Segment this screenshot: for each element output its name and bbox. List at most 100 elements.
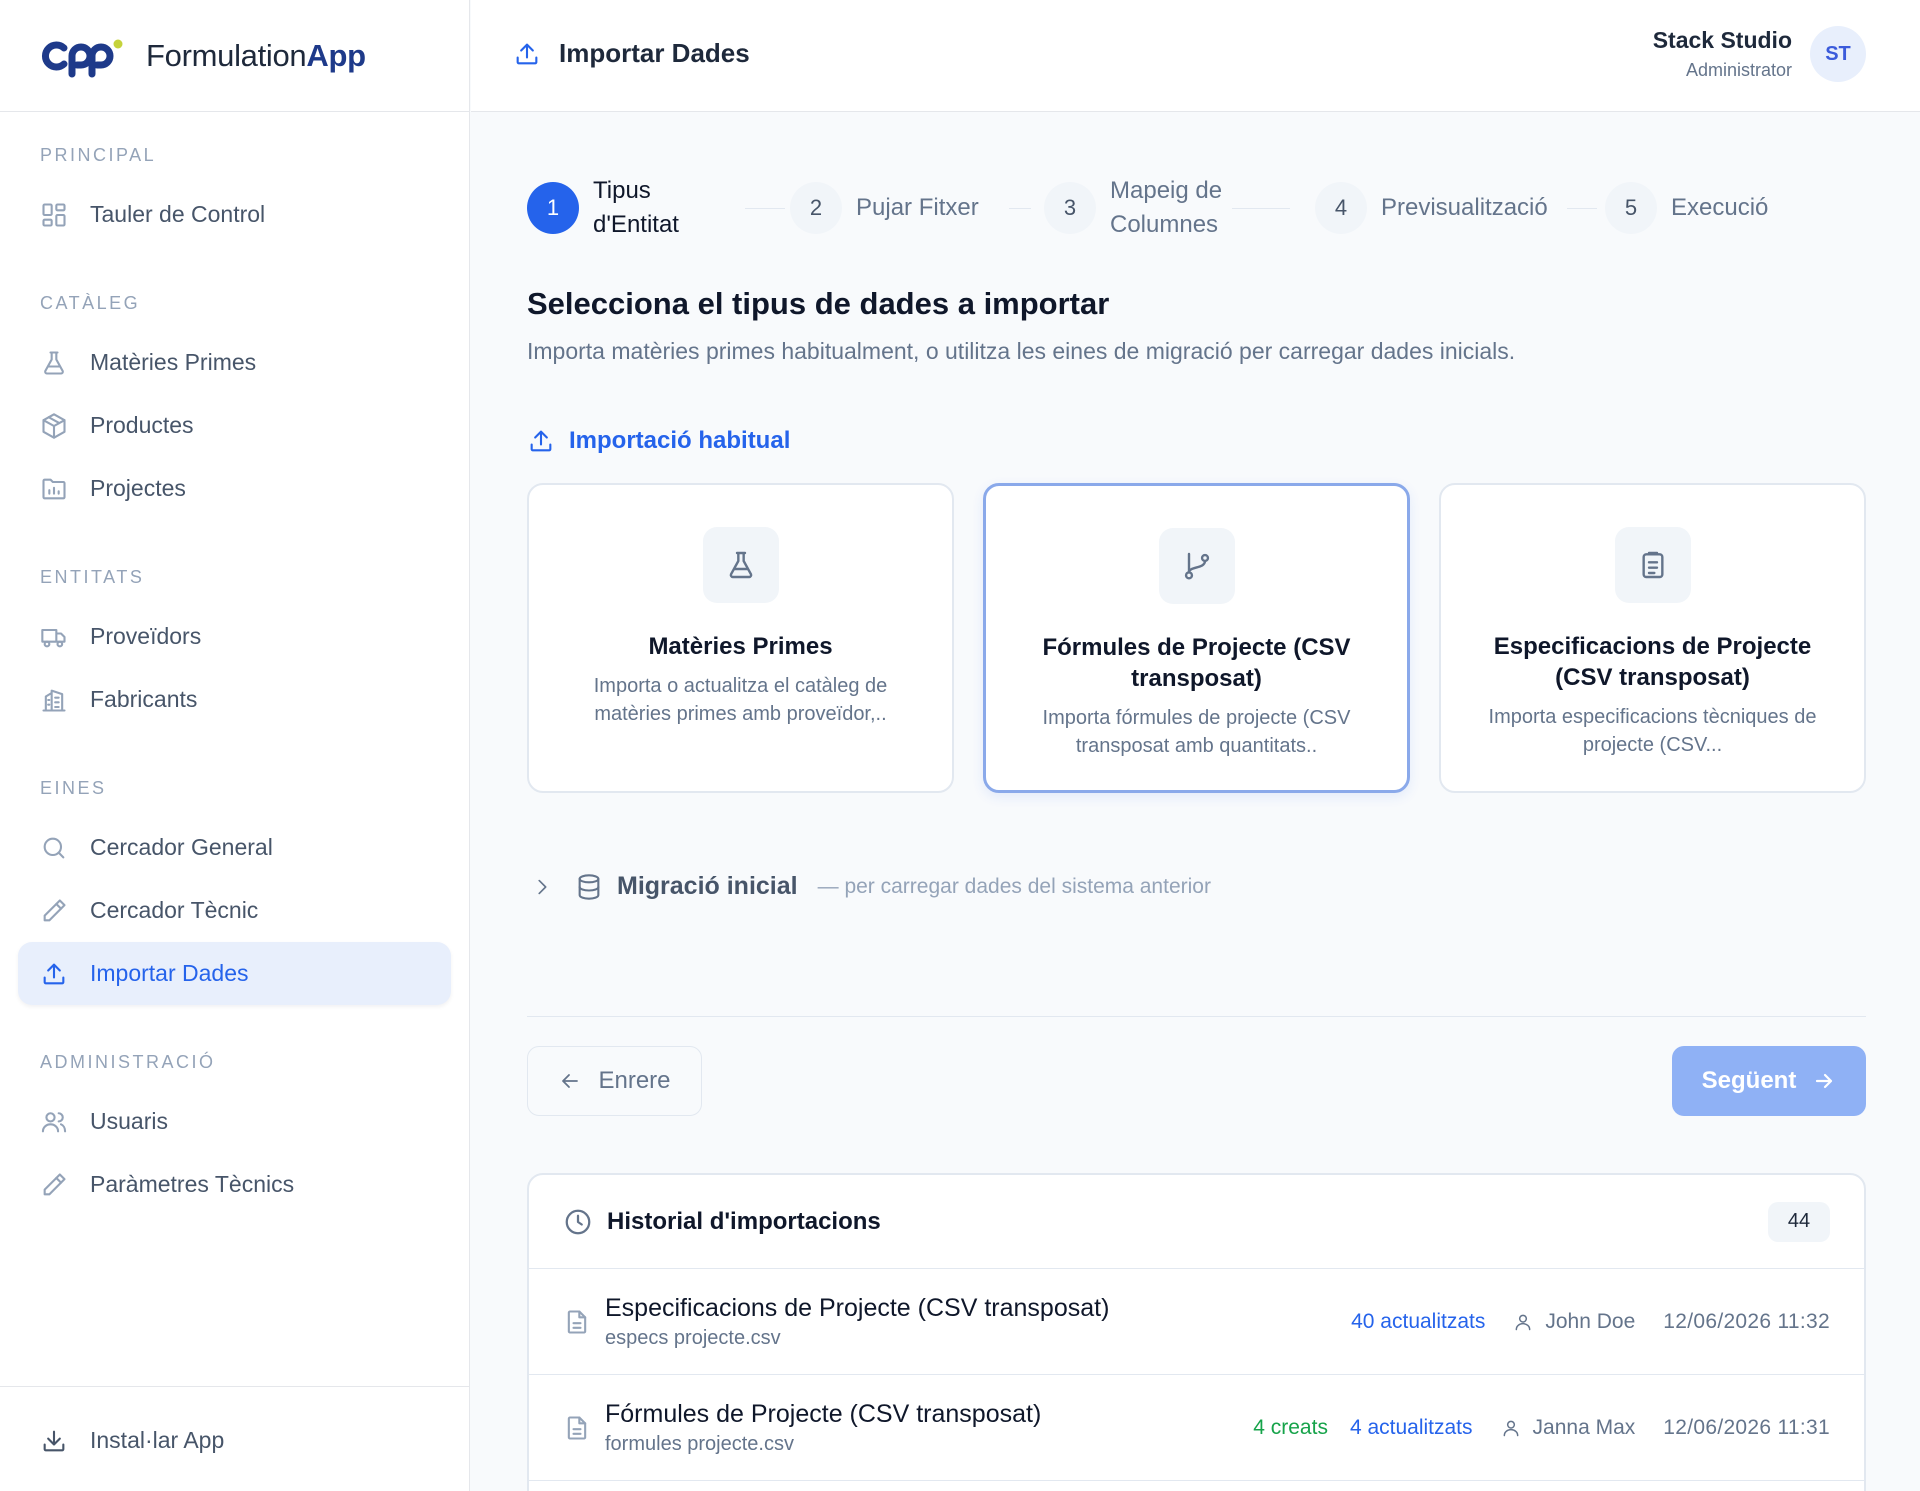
search-icon [43, 837, 65, 858]
card-description: Importa fórmules de projecte (CSV transp… [1042, 707, 1351, 757]
folder-chart-icon [42, 478, 66, 499]
card-title: Matèries Primes [648, 633, 833, 660]
next-button[interactable]: Següent [1672, 1046, 1866, 1116]
chevron-right-icon [538, 879, 547, 894]
user-icon [1515, 1314, 1531, 1330]
section-title-administracio: ADMINISTRACIÓ [40, 1052, 216, 1072]
history-user: John Doe [1545, 1309, 1636, 1333]
install-app-label: Instal·lar App [90, 1427, 225, 1453]
step-connector [1567, 208, 1597, 209]
sidebar-item-proveidors[interactable]: Proveïdors [18, 605, 451, 668]
building-icon [42, 689, 66, 712]
entity-card-especificacions-projecte[interactable]: Especificacions de Projecte (CSV transpo… [1439, 483, 1866, 793]
users-icon [41, 1111, 67, 1132]
upload-icon [43, 963, 65, 984]
sidebar-item-usuaris[interactable]: Usuaris [18, 1090, 451, 1153]
sidebar-item-label: Fabricants [90, 686, 198, 712]
arrow-left-icon [562, 1074, 579, 1088]
box-icon [42, 412, 66, 439]
pencil-icon [43, 1172, 66, 1195]
app-name: FormulationApp [146, 37, 366, 73]
sidebar-item-label: Productes [90, 412, 194, 438]
card-description: Importa especificacions tècniques de pro… [1488, 706, 1817, 756]
entity-card-materies-primes[interactable]: Matèries Primes Importa o actualitza el … [527, 483, 954, 793]
sidebar-item-label: Importar Dades [90, 960, 249, 986]
card-title: Especificacions de Projecte (CSV transpo… [1493, 633, 1812, 691]
section-title-cataleg: CATÀLEG [40, 293, 141, 313]
sidebar-nav: PRINCIPAL Tauler de Control CATÀLEG Matè… [0, 112, 469, 1216]
sidebar-item-label: Projectes [90, 475, 186, 501]
section-title-entitats: ENTITATS [40, 567, 145, 587]
sidebar-item-label: Tauler de Control [90, 201, 266, 227]
flask-icon [44, 350, 64, 375]
upload-icon [530, 430, 552, 452]
back-button[interactable]: Enrere [527, 1046, 702, 1116]
sidebar-item-productes[interactable]: Productes [18, 394, 451, 457]
step-label: Pujar Fitxer [856, 194, 979, 221]
step-5: 5 Execució [1605, 172, 1768, 244]
divider [527, 1016, 1866, 1017]
history-file-name: formules projecte.csv [605, 1432, 794, 1455]
import-stepper: 1 Tipus d'Entitat 2 Pujar Fitxer 3 Mapei… [527, 172, 1866, 244]
page-title-text: Importar Dades [559, 38, 750, 68]
download-icon [43, 1430, 65, 1451]
section-title-eines: EINES [40, 778, 107, 798]
app-logo [42, 39, 123, 77]
step-label: Execució [1671, 194, 1769, 221]
migration-subtitle: — per carregar dades del sistema anterio… [817, 874, 1211, 898]
top-header: Importar Dades Stack Studio Administrato… [471, 0, 1920, 112]
history-count-badge: 44 [1768, 1201, 1830, 1242]
step-connector [1009, 208, 1031, 209]
step-connector [745, 208, 785, 209]
history-row[interactable]: Especificacions de Projecte (CSV transpo… [529, 1269, 1864, 1375]
file-text-icon [567, 1415, 587, 1440]
flask-icon [729, 551, 752, 579]
avatar[interactable]: ST [1810, 26, 1866, 82]
sidebar: FormulationApp PRINCIPAL Tauler de Contr… [0, 0, 470, 1491]
sidebar-item-cercador-tecnic[interactable]: Cercador Tècnic [18, 879, 451, 942]
dashboard-icon [42, 202, 66, 227]
sidebar-item-fabricants[interactable]: Fabricants [18, 668, 451, 731]
step-number: 4 [1315, 182, 1367, 234]
next-button-label: Següent [1701, 1067, 1797, 1094]
database-icon [578, 873, 600, 900]
regular-import-text: Importació habitual [569, 427, 791, 454]
step-number: 5 [1605, 182, 1657, 234]
user-name: Stack Studio [1652, 27, 1792, 53]
install-app-button[interactable]: Instal·lar App [18, 1409, 451, 1472]
sidebar-item-projectes[interactable]: Projectes [18, 457, 451, 520]
sidebar-item-label: Cercador Tècnic [90, 897, 259, 923]
clipboard-icon [1641, 551, 1664, 579]
initial-migration-toggle[interactable]: Migració inicial — per carregar dades de… [527, 872, 1211, 901]
upload-icon [516, 43, 538, 64]
updated-count: 40 actualitzats [1351, 1309, 1486, 1333]
history-entity-name: Fórmules de Projecte (CSV transposat) [605, 1399, 1042, 1428]
entity-card-formules-projecte[interactable]: Fórmules de Projecte (CSV transposat) Im… [983, 483, 1410, 793]
card-description: Importa o actualitza el catàleg de matèr… [593, 675, 888, 725]
step-1: 1 Tipus d'Entitat [527, 172, 703, 244]
section-description: Importa matèries primes habitualment, o … [527, 338, 1516, 364]
sidebar-item-label: Proveïdors [90, 623, 202, 649]
file-text-icon [567, 1309, 587, 1334]
history-entity-name: Especificacions de Projecte (CSV transpo… [605, 1293, 1110, 1322]
sidebar-item-materies-primes[interactable]: Matèries Primes [18, 331, 451, 394]
git-branch-icon [1184, 552, 1209, 580]
sidebar-item-tauler-de-control[interactable]: Tauler de Control [18, 183, 451, 246]
step-number: 1 [527, 182, 579, 234]
clock-icon [565, 1209, 591, 1234]
sidebar-item-parametres-tecnics[interactable]: Paràmetres Tècnics [18, 1153, 451, 1216]
import-history-panel: Historial d'importacions 44 Especificaci… [527, 1173, 1866, 1491]
step-connector [1232, 208, 1290, 209]
history-date: 12/06/2026 11:32 [1663, 1309, 1830, 1333]
step-number: 2 [790, 182, 842, 234]
sidebar-item-cercador-general[interactable]: Cercador General [18, 816, 451, 879]
created-count: 4 creats [1253, 1415, 1328, 1439]
history-title: Historial d'importacions [607, 1207, 881, 1235]
sidebar-item-importar-dades[interactable]: Importar Dades [18, 942, 451, 1005]
history-date: 12/06/2026 11:31 [1663, 1415, 1830, 1439]
page-title: Importar Dades [513, 38, 750, 69]
truck-icon [41, 628, 66, 647]
user-menu[interactable]: Stack Studio Administrator ST [1653, 26, 1866, 82]
history-row[interactable]: Fórmules de Projecte (CSV transposat) fo… [529, 1375, 1864, 1481]
sidebar-item-label: Usuaris [90, 1108, 168, 1134]
